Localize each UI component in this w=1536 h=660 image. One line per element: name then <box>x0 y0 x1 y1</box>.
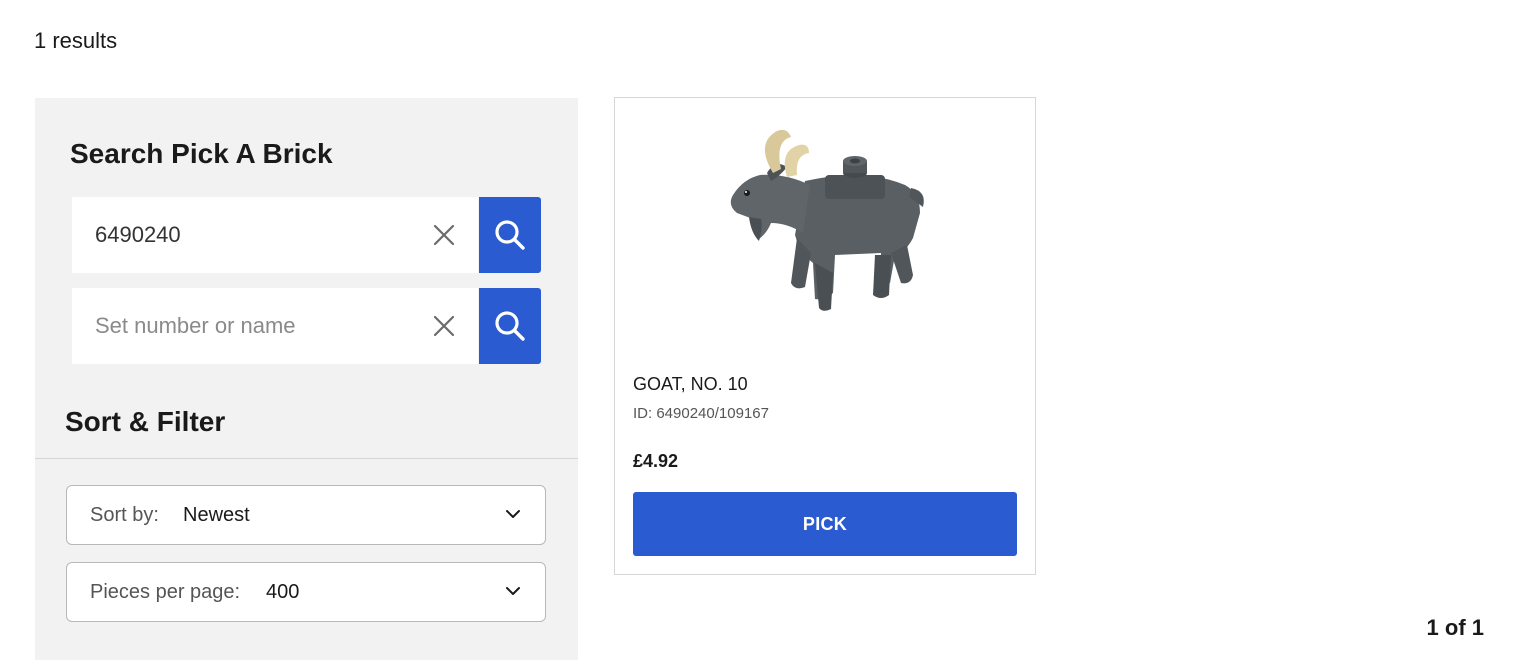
set-search-button[interactable] <box>479 288 541 364</box>
per-page-value: 400 <box>266 581 300 603</box>
product-card: GOAT, NO. 10 ID: 6490240/109167 £4.92 PI… <box>614 97 1036 575</box>
results-count: 1 results <box>34 28 118 53</box>
part-search-row <box>72 197 541 273</box>
search-icon <box>495 220 525 250</box>
part-search-button[interactable] <box>479 197 541 273</box>
part-search-input[interactable] <box>95 197 425 273</box>
set-search-input[interactable] <box>95 288 425 364</box>
pagination-status: 1 of 1 <box>1426 615 1484 640</box>
clear-icon[interactable] <box>432 223 456 247</box>
set-search-field <box>72 288 478 364</box>
chevron-down-icon <box>506 510 520 518</box>
sort-filter-title: Sort & Filter <box>65 406 226 437</box>
search-sidebar: Search Pick A Brick 6490240 Set number o… <box>35 98 578 660</box>
sort-select[interactable]: Sort by: Newest <box>66 485 546 545</box>
sidebar-title: Search Pick A Brick <box>70 138 333 169</box>
per-page-label: Pieces per page: <box>90 581 241 603</box>
goat-brick-icon[interactable] <box>715 123 935 323</box>
pick-button[interactable]: PICK <box>633 492 1017 556</box>
divider <box>35 458 578 459</box>
part-search-field <box>72 197 478 273</box>
set-search-row <box>72 288 541 364</box>
product-price: £4.92 <box>633 451 679 471</box>
chevron-down-icon <box>506 587 520 595</box>
clear-icon[interactable] <box>432 314 456 338</box>
per-page-select[interactable]: Pieces per page: 400 <box>66 562 546 622</box>
sort-label: Sort by: <box>90 504 159 526</box>
product-id: ID: 6490240/109167 <box>633 405 769 422</box>
product-name[interactable]: GOAT, NO. 10 <box>633 374 748 395</box>
sort-value: Newest <box>183 504 250 526</box>
search-icon <box>495 311 525 341</box>
